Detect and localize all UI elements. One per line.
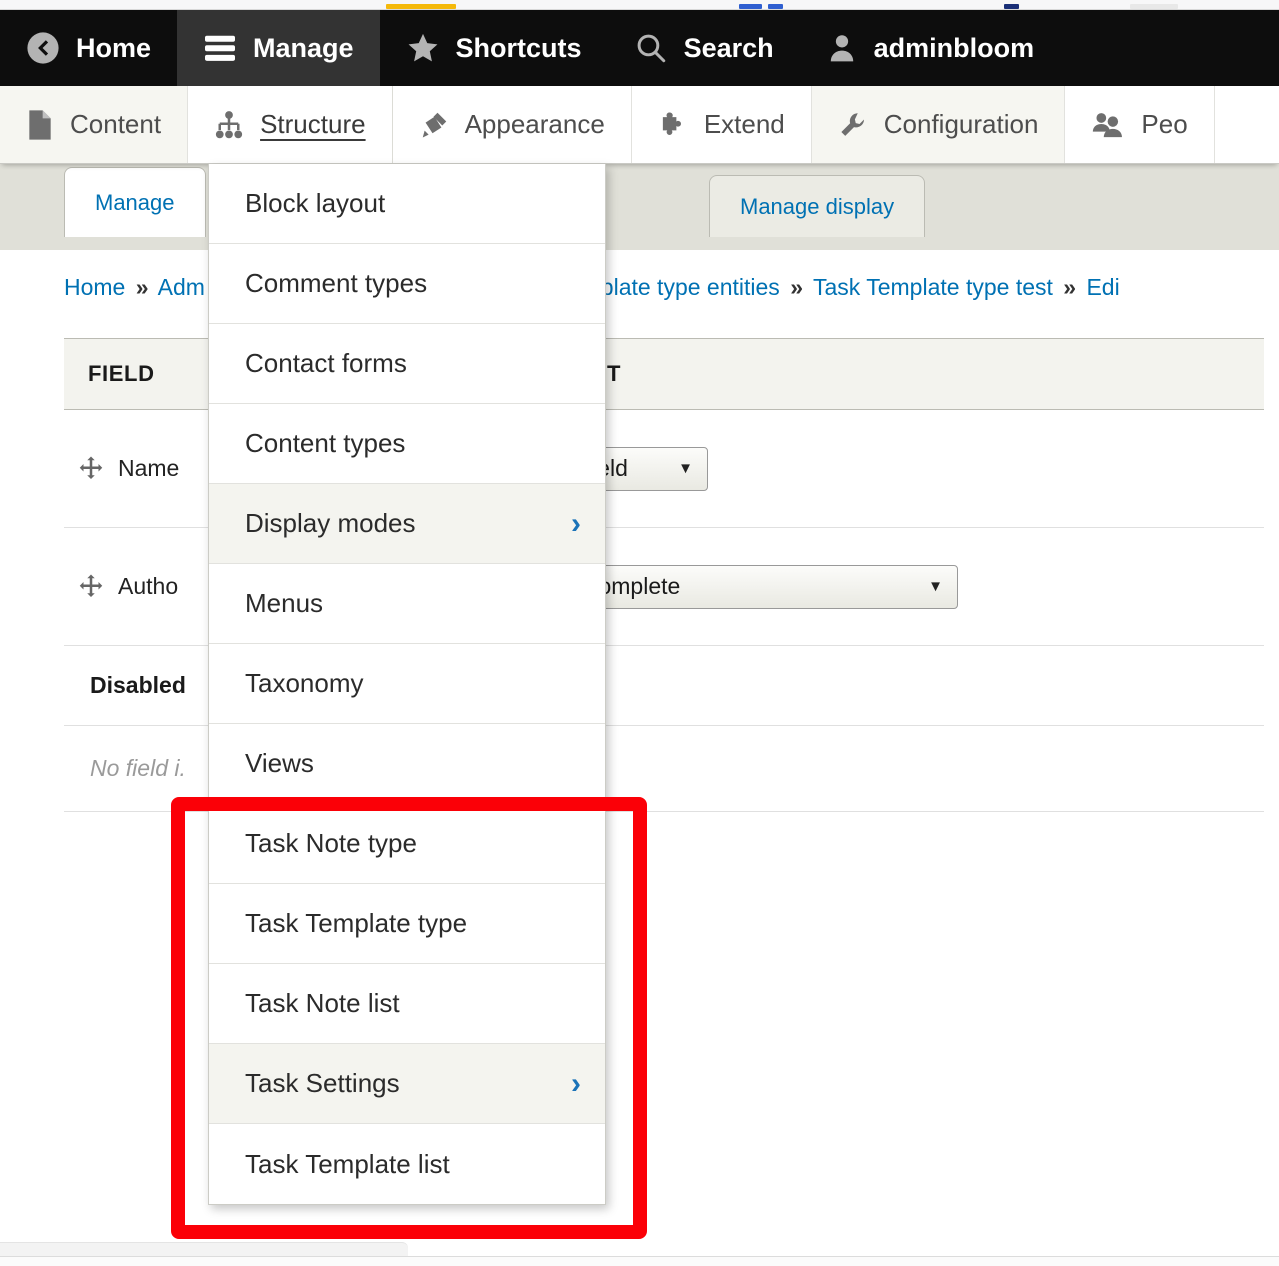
page-content: Manag Manage play Manage display Home » … (0, 10, 1279, 1256)
menubar-item-configuration[interactable]: Configuration (811, 86, 1066, 163)
dropdown-item-label: Task Settings (245, 1068, 400, 1098)
browser-status-tab (0, 1242, 408, 1256)
sitemap-icon (214, 110, 244, 140)
breadcrumb-separator: » (1063, 274, 1077, 300)
toolbar-item-home[interactable]: Home (0, 10, 177, 86)
dropdown-item-task-note-type[interactable]: Task Note type (209, 804, 605, 884)
breadcrumb-link-admin[interactable]: Adm (158, 274, 205, 300)
browser-ui-fragment (768, 4, 783, 9)
toolbar-item-label: Home (76, 32, 152, 63)
paintbrush-icon (419, 110, 449, 140)
dropdown-item-label: Display modes (245, 508, 416, 538)
no-field-message: No field i. (90, 755, 186, 781)
dropdown-item-taxonomy[interactable]: Taxonomy (209, 644, 605, 724)
dropdown-item-label: Taxonomy (245, 668, 364, 698)
back-circle-icon (26, 31, 60, 65)
chevron-right-icon: › (571, 1066, 581, 1100)
menubar-item-label: Structure (260, 109, 366, 139)
toolbar-item-label: Search (683, 32, 774, 63)
dropdown-item-task-settings[interactable]: Task Settings › (209, 1044, 605, 1124)
chevron-down-icon: ▼ (678, 460, 693, 477)
menubar-item-extend[interactable]: Extend (632, 86, 812, 163)
browser-ui-fragment (1129, 4, 1178, 9)
puzzle-icon (658, 110, 688, 140)
dropdown-item-content-types[interactable]: Content types (209, 404, 605, 484)
browser-ui-fragment (386, 4, 457, 9)
wrench-icon (838, 110, 868, 140)
tab-manage-form-display[interactable]: Manage (64, 167, 206, 237)
browser-chrome-sliver (0, 0, 1279, 10)
admin-menu-bar: Content Structure Appearance Extend Conf… (0, 86, 1279, 164)
dropdown-item-label: Task Template type (245, 908, 468, 938)
dropdown-item-views[interactable]: Views (209, 724, 605, 804)
browser-ui-fragment (1004, 4, 1020, 9)
move-icon[interactable] (64, 454, 118, 484)
dropdown-item-label: Comment types (245, 268, 428, 298)
browser-ui-fragment (739, 4, 762, 9)
menubar-item-label: Peo (1141, 109, 1188, 139)
dropdown-item-label: Block layout (245, 188, 386, 218)
user-icon (826, 31, 858, 65)
chevron-right-icon: › (571, 506, 581, 540)
breadcrumb-link-edit[interactable]: Edi (1086, 274, 1119, 300)
search-icon (634, 31, 668, 65)
dropdown-item-label: Task Template list (245, 1148, 450, 1179)
breadcrumb-link-task-template-type-test[interactable]: Task Template type test (813, 274, 1053, 300)
dropdown-item-label: Task Note list (245, 988, 400, 1018)
people-icon (1091, 110, 1125, 140)
tab-manage-display[interactable]: Manage display (709, 175, 926, 237)
dropdown-item-contact-forms[interactable]: Contact forms (209, 324, 605, 404)
page-icon (26, 109, 54, 141)
breadcrumb-link-home[interactable]: Home (64, 274, 125, 300)
chevron-down-icon: ▼ (928, 578, 943, 595)
dropdown-item-display-modes[interactable]: Display modes › (209, 484, 605, 564)
content-body: Home » Adm Template type entities » Task… (0, 250, 1279, 1256)
breadcrumb-separator: » (790, 274, 803, 300)
hamburger-icon (203, 33, 237, 63)
browser-status-bar (0, 1256, 1279, 1266)
menubar-item-appearance[interactable]: Appearance (393, 86, 632, 163)
toolbar-item-account[interactable]: adminbloom (800, 10, 1061, 86)
toolbar-item-label: Manage (253, 32, 354, 63)
dropdown-item-label: Task Note type (245, 828, 417, 858)
menubar-item-label: Extend (703, 109, 785, 139)
toolbar-item-shortcuts[interactable]: Shortcuts (380, 10, 608, 86)
screen: Manag Manage play Manage display Home » … (0, 0, 1279, 1266)
dropdown-item-task-note-list[interactable]: Task Note list (209, 964, 605, 1044)
menubar-item-label: Content (70, 109, 162, 139)
tab-label: Manage display (740, 193, 895, 219)
breadcrumb-separator: » (135, 274, 149, 300)
dropdown-item-label: Content types (245, 428, 406, 458)
toolbar-item-label: adminbloom (873, 32, 1035, 63)
star-icon (406, 31, 440, 65)
structure-dropdown-menu: Block layout Comment types Contact forms Co… (208, 164, 606, 1205)
dropdown-item-label: Contact forms (245, 348, 407, 378)
tab-label: Manage (95, 189, 175, 215)
dropdown-item-block-layout[interactable]: Block layout (209, 164, 605, 244)
toolbar-item-manage[interactable]: Manage (177, 10, 380, 86)
disabled-label: Disabled (90, 672, 186, 698)
menubar-item-people[interactable]: Peo (1065, 86, 1215, 163)
dropdown-item-comment-types[interactable]: Comment types (209, 244, 605, 324)
dropdown-item-menus[interactable]: Menus (209, 564, 605, 644)
dropdown-item-task-template-type[interactable]: Task Template type (209, 884, 605, 964)
dropdown-item-task-template-list[interactable]: Task Template list (209, 1124, 605, 1204)
menubar-item-structure[interactable]: Structure (188, 86, 393, 163)
menubar-item-content[interactable]: Content (0, 86, 189, 163)
menubar-item-label: Configuration (883, 109, 1039, 139)
admin-toolbar: Home Manage Shortcuts Search adminbloom (0, 10, 1279, 86)
toolbar-item-label: Shortcuts (455, 32, 582, 63)
move-icon[interactable] (64, 572, 118, 602)
menubar-item-label: Appearance (464, 109, 605, 139)
dropdown-item-label: Menus (245, 588, 324, 618)
dropdown-item-label: Views (245, 748, 314, 778)
toolbar-item-search[interactable]: Search (608, 10, 800, 86)
